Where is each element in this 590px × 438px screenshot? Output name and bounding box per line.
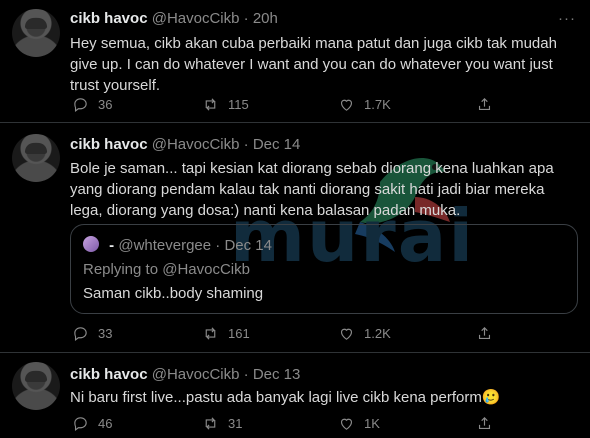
reply-button[interactable]: 33 xyxy=(72,325,112,342)
separator: · xyxy=(243,136,249,153)
like-icon xyxy=(340,328,353,340)
reply-icon xyxy=(74,98,87,113)
quoted-display-name: - xyxy=(109,237,115,254)
reply-button[interactable]: 36 xyxy=(72,96,112,113)
tweet[interactable]: cikb havoc @HavocCikb · Dec 14 Bole je s… xyxy=(0,123,590,353)
quoted-tweet-header: - @whtevergee · Dec 14 xyxy=(83,236,272,254)
replying-to: Replying to @HavocCikb xyxy=(83,261,250,278)
retweet-count: 161 xyxy=(228,326,250,341)
share-icon xyxy=(478,327,491,340)
tweet[interactable]: cikb havoc @HavocCikb · 20h ··· Hey semu… xyxy=(0,0,590,120)
more-icon[interactable]: ··· xyxy=(558,10,576,27)
share-button[interactable] xyxy=(476,96,493,113)
quoted-tweet[interactable]: - @whtevergee · Dec 14 Replying to @Havo… xyxy=(70,224,578,314)
avatar[interactable] xyxy=(12,9,60,57)
quoted-separator: · xyxy=(215,237,221,254)
retweet-icon xyxy=(205,327,216,340)
like-count: 1K xyxy=(364,416,380,431)
display-name[interactable]: cikb havoc xyxy=(70,10,148,27)
tweet[interactable]: cikb havoc @HavocCikb · Dec 13 Ni baru f… xyxy=(0,353,590,438)
retweet-count: 31 xyxy=(228,416,243,431)
timestamp[interactable]: 20h xyxy=(253,10,278,27)
tweet-text: Ni baru first live...pastu ada banyak la… xyxy=(70,389,501,406)
avatar[interactable] xyxy=(12,362,60,410)
like-icon xyxy=(340,99,353,111)
share-button[interactable] xyxy=(476,415,493,432)
reply-count: 36 xyxy=(98,97,113,112)
handle[interactable]: @HavocCikb xyxy=(152,136,240,153)
retweet-button[interactable]: 161 xyxy=(202,325,250,342)
tweet-text: Bole je saman... tapi kesian kat diorang… xyxy=(70,160,554,219)
retweet-button[interactable]: 31 xyxy=(202,415,242,432)
quoted-timestamp: Dec 14 xyxy=(224,237,272,254)
reply-button[interactable]: 46 xyxy=(72,415,112,432)
display-name[interactable]: cikb havoc xyxy=(70,366,148,383)
like-icon xyxy=(340,418,353,430)
separator: · xyxy=(243,366,249,383)
share-icon xyxy=(478,417,491,430)
like-button[interactable]: 1.2K xyxy=(338,325,391,342)
tweet-header: cikb havoc @HavocCikb · Dec 14 xyxy=(70,136,300,153)
display-name[interactable]: cikb havoc xyxy=(70,136,148,153)
handle[interactable]: @HavocCikb xyxy=(152,366,240,383)
tweet-text: Hey semua, cikb akan cuba perbaiki mana … xyxy=(70,35,557,94)
timestamp[interactable]: Dec 14 xyxy=(253,136,301,153)
reply-count: 33 xyxy=(98,326,113,341)
reply-icon xyxy=(74,417,87,432)
handle[interactable]: @HavocCikb xyxy=(152,10,240,27)
avatar[interactable] xyxy=(12,134,60,182)
like-button[interactable]: 1K xyxy=(338,415,380,432)
tweet-header: cikb havoc @HavocCikb · 20h xyxy=(70,10,278,27)
tweet-header: cikb havoc @HavocCikb · Dec 13 xyxy=(70,366,300,383)
like-count: 1.7K xyxy=(364,97,391,112)
quoted-avatar xyxy=(83,236,99,252)
retweet-icon xyxy=(205,98,216,111)
share-button[interactable] xyxy=(476,325,493,342)
retweet-button[interactable]: 115 xyxy=(202,96,249,113)
retweet-count: 115 xyxy=(228,97,249,112)
like-count: 1.2K xyxy=(364,326,391,341)
quoted-handle: @whtevergee xyxy=(118,237,212,254)
quoted-text: Saman cikb..body shaming xyxy=(83,285,264,302)
timestamp[interactable]: Dec 13 xyxy=(253,366,301,383)
separator: · xyxy=(243,10,249,27)
like-button[interactable]: 1.7K xyxy=(338,96,391,113)
reply-count: 46 xyxy=(98,416,113,431)
reply-icon xyxy=(74,327,87,342)
share-icon xyxy=(478,98,491,111)
retweet-icon xyxy=(205,417,216,430)
